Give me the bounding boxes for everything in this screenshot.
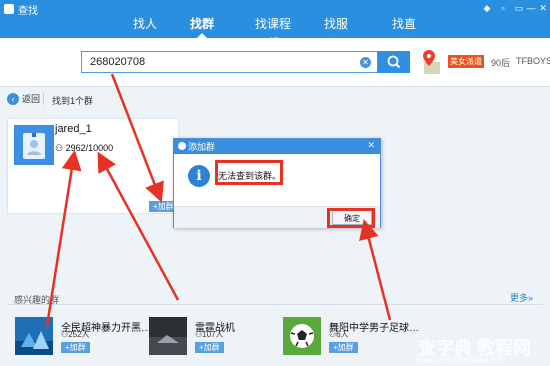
arrow-to-ok-button — [359, 219, 392, 321]
watermark-url: jiaocheng.chazidian.com — [418, 355, 506, 364]
arrow-to-join-button — [110, 73, 164, 203]
annotation-arrows — [45, 73, 392, 327]
arrow-to-member-limit — [97, 151, 180, 301]
arrow-to-member-count — [45, 150, 82, 327]
